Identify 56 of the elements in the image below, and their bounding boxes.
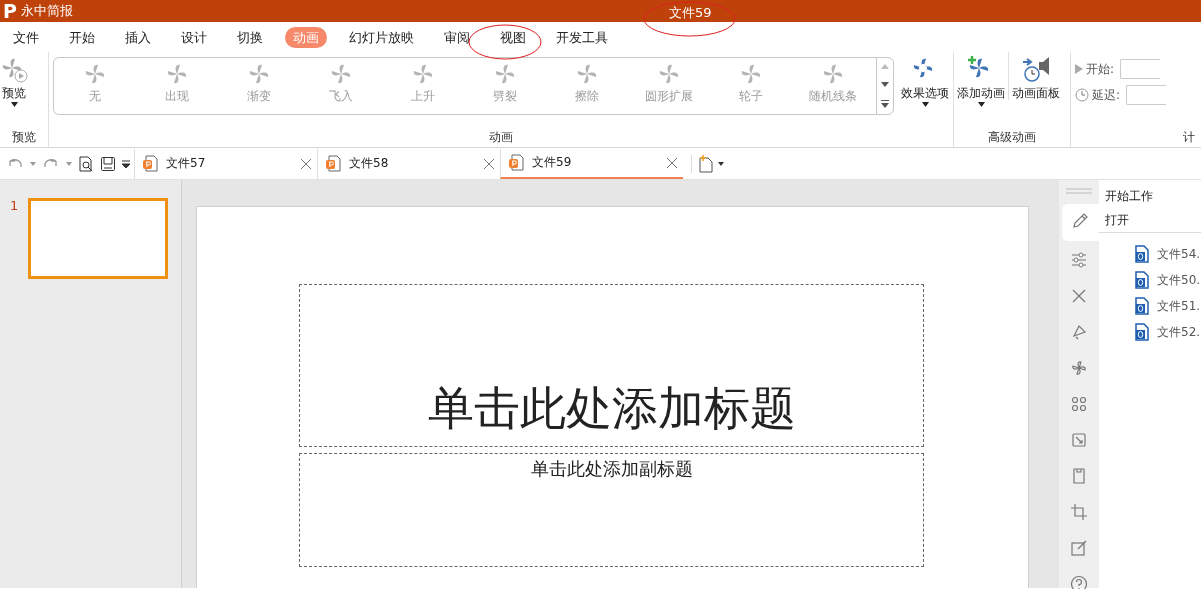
menu-tab[interactable]: 开始 (61, 26, 103, 48)
add-animation-button[interactable]: 添加动画 (954, 52, 1008, 107)
title-text: 单击此处添加标题 (427, 380, 796, 437)
tab-label: 文件58 (349, 155, 389, 172)
subtitle-placeholder[interactable]: 单击此处添加副标题 (299, 453, 924, 567)
recent-file[interactable]: 文件52. (1099, 319, 1201, 345)
group-label: 预览 (11, 129, 37, 146)
document-tab[interactable]: 文件59 (500, 148, 683, 179)
tab-label: 文件59 (532, 154, 572, 171)
menu-tab[interactable]: 幻灯片放映 (341, 26, 422, 48)
start-label: 开始: (1086, 60, 1115, 78)
effect-label: 无 (89, 89, 101, 103)
effect-label: 擦除 (575, 89, 599, 103)
app-name: 永中简报 (20, 2, 73, 20)
file-name: 文件52. (1157, 323, 1201, 341)
tab-label: 文件57 (166, 155, 206, 172)
file-name: 文件50. (1157, 271, 1201, 289)
document-tab[interactable]: 文件58 (317, 148, 500, 179)
effect-label: 轮子 (739, 89, 763, 103)
menu-tab[interactable]: 插入 (117, 26, 159, 48)
effect-label: 出现 (165, 89, 189, 103)
app-logo: P (3, 0, 17, 22)
group-label: 动画 (488, 129, 514, 146)
effect-label: 上升 (411, 89, 435, 103)
menu-tab[interactable]: 切换 (229, 26, 271, 48)
title-placeholder[interactable]: 单击此处添加标题 (299, 284, 924, 447)
file-name: 文件51. (1157, 297, 1201, 315)
document-tab[interactable]: 文件57 (134, 148, 317, 179)
file-name: 文件54. (1157, 245, 1201, 263)
button-label: 动画面板 (1012, 86, 1060, 100)
menu-tab[interactable]: 设计 (173, 26, 215, 48)
recent-file[interactable]: 文件54. (1099, 241, 1201, 267)
effect-options-button[interactable]: 效果选项 (898, 52, 952, 107)
recent-file[interactable]: 文件50. (1099, 267, 1201, 293)
effect-label: 飞入 (329, 89, 353, 103)
window-title: 文件59 (669, 4, 712, 22)
section-title: 打开 (1099, 212, 1201, 233)
menu-tab[interactable]: 文件 (5, 26, 47, 48)
group-label: 计 (1182, 129, 1196, 146)
pane-title: 开始工作 (1104, 188, 1154, 205)
menu-tab[interactable]: 开发工具 (548, 26, 616, 48)
recent-file[interactable]: 文件51. (1099, 293, 1201, 319)
effect-label: 劈裂 (493, 89, 517, 103)
effect-label: 圆形扩展 (645, 89, 693, 103)
button-label: 添加动画 (957, 86, 1005, 100)
subtitle-text: 单击此处添加副标题 (530, 457, 693, 481)
animation-pane-button[interactable]: 动画面板 (1008, 52, 1063, 100)
preview-label: 预览 (2, 86, 26, 100)
preview-button[interactable]: 预览 (0, 52, 28, 107)
group-label: 高级动画 (987, 129, 1037, 146)
delay-label: 延迟: (1092, 86, 1121, 104)
effect-label: 随机线条 (809, 89, 857, 103)
slide-number: 1 (10, 198, 19, 213)
menu-tab[interactable]: 审阅 (436, 26, 478, 48)
button-label: 效果选项 (901, 86, 949, 100)
effect-label: 渐变 (247, 89, 271, 103)
